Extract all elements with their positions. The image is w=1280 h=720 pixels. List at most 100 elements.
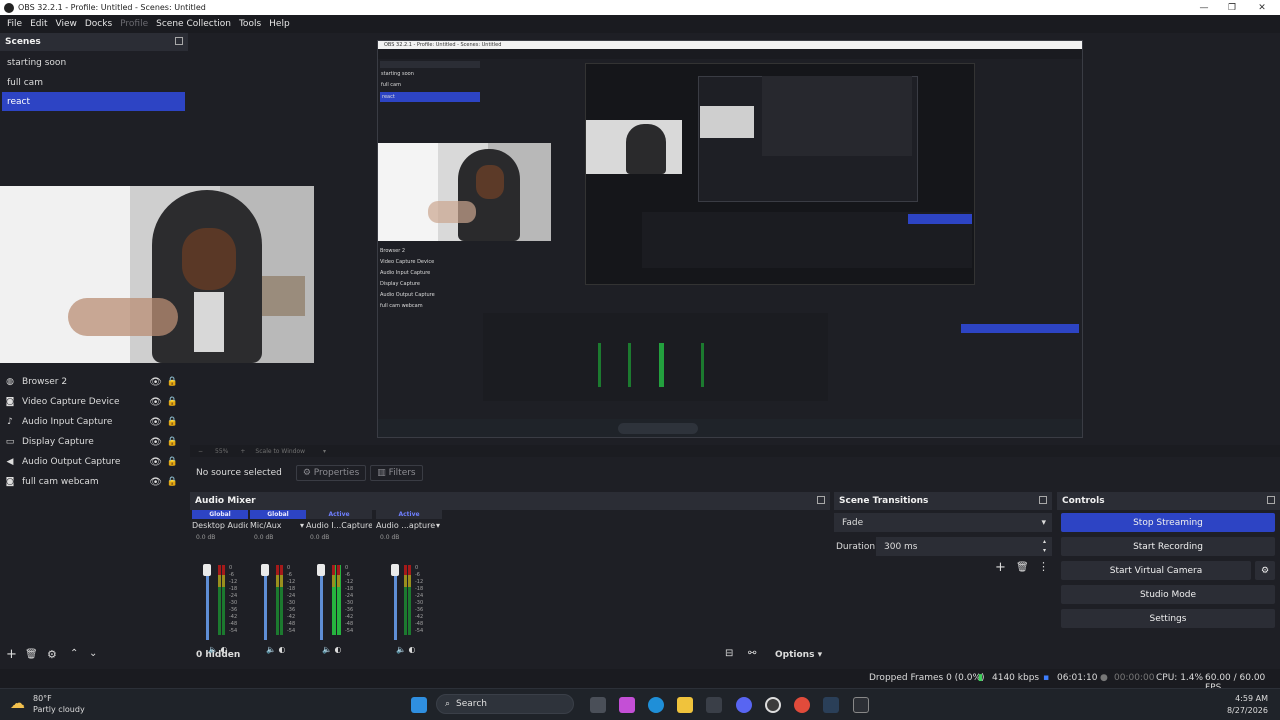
stop-streaming-button[interactable]: Stop Streaming bbox=[1061, 513, 1275, 532]
lock-icon[interactable]: 🔒 bbox=[167, 397, 178, 407]
volume-fader-handle[interactable] bbox=[203, 564, 211, 576]
lock-icon[interactable]: 🔒 bbox=[167, 457, 178, 467]
layout-icon[interactable]: ⊟ bbox=[725, 648, 733, 659]
store-icon[interactable] bbox=[706, 697, 722, 713]
menu-bar: File Edit View Docks Profile Scene Colle… bbox=[0, 15, 1280, 33]
weather-desc: Partly cloudy bbox=[33, 705, 85, 714]
duration-spinbox[interactable]: 300 ms ▴ ▾ bbox=[876, 537, 1052, 556]
undock-icon[interactable] bbox=[1039, 496, 1047, 504]
visibility-eye-icon[interactable]: 👁 bbox=[149, 457, 162, 468]
channel-name[interactable]: Audio I...Capture▾ bbox=[306, 519, 372, 533]
edge-icon[interactable] bbox=[648, 697, 664, 713]
nested-sources-list: Browser 2 Video Capture Device Audio Inp… bbox=[380, 246, 480, 312]
menu-file[interactable]: File bbox=[7, 19, 22, 29]
add-transition-icon[interactable]: + bbox=[995, 560, 1006, 575]
visibility-eye-icon[interactable]: 👁 bbox=[149, 437, 162, 448]
filters-button[interactable]: ▥ Filters bbox=[370, 465, 423, 481]
level-meter bbox=[332, 565, 336, 635]
task-view-icon[interactable] bbox=[590, 697, 606, 713]
scene-item-react[interactable]: react bbox=[2, 92, 185, 111]
chevron-down-icon[interactable]: ▾ bbox=[323, 448, 326, 455]
maximize-button[interactable]: ❐ bbox=[1216, 0, 1248, 15]
chevron-down-icon[interactable]: ▾ bbox=[436, 519, 440, 533]
source-item-browser-2[interactable]: ◍ Browser 2 👁 🔒 bbox=[4, 373, 184, 391]
menu-tools[interactable]: Tools bbox=[239, 19, 261, 29]
start-virtual-camera-button[interactable]: Start Virtual Camera bbox=[1061, 561, 1251, 580]
move-down-icon[interactable]: ⌄ bbox=[89, 648, 97, 659]
volume-fader-handle[interactable] bbox=[317, 564, 325, 576]
source-item-audio-output-capture[interactable]: ◀ Audio Output Capture 👁 🔒 bbox=[4, 453, 184, 471]
zoom-out-icon[interactable]: − bbox=[198, 448, 203, 455]
channel-name[interactable]: Mic/Aux ▾ bbox=[250, 519, 306, 533]
menu-scene-collection[interactable]: Scene Collection bbox=[156, 19, 231, 29]
nested-source-item: Video Capture Device bbox=[380, 259, 435, 265]
scene-item-starting-soon[interactable]: starting soon bbox=[2, 53, 185, 72]
transition-select[interactable]: Fade ▾ bbox=[834, 513, 1052, 532]
search-icon: ⌕ bbox=[445, 699, 451, 709]
more-vertical-icon[interactable]: ⋮ bbox=[1038, 560, 1049, 573]
menu-help[interactable]: Help bbox=[269, 19, 290, 29]
obs-taskbar-icon[interactable] bbox=[765, 697, 781, 713]
properties-button[interactable]: ⚙ Properties bbox=[295, 465, 367, 481]
nested-scene-item: react bbox=[380, 92, 480, 102]
options-button[interactable]: Options ▾ bbox=[775, 650, 822, 660]
volume-fader-handle[interactable] bbox=[261, 564, 269, 576]
lock-icon[interactable]: 🔒 bbox=[167, 417, 178, 427]
source-item-audio-input-capture[interactable]: ♪ Audio Input Capture 👁 🔒 bbox=[4, 413, 184, 431]
steam-icon[interactable] bbox=[823, 697, 839, 713]
volume-fader-handle[interactable] bbox=[391, 564, 399, 576]
visibility-eye-icon[interactable]: 👁 bbox=[149, 397, 162, 408]
vr-icon[interactable] bbox=[853, 697, 869, 713]
trash-icon[interactable]: 🗑 bbox=[1016, 562, 1029, 573]
level-meter bbox=[337, 565, 341, 635]
file-explorer-icon[interactable] bbox=[677, 697, 693, 713]
nested-obs-preview: OBS 32.2.1 - Profile: Untitled - Scenes:… bbox=[377, 40, 1083, 438]
copilot-icon[interactable] bbox=[619, 697, 635, 713]
link-icon[interactable]: ⚯ bbox=[748, 648, 756, 659]
chevron-down-icon[interactable]: ▾ bbox=[300, 519, 304, 533]
scale-to-window[interactable]: Scale to Window bbox=[255, 448, 305, 455]
taskbar-search[interactable]: ⌕ Search bbox=[436, 694, 574, 714]
settings-button[interactable]: Settings bbox=[1061, 609, 1275, 628]
move-up-icon[interactable]: ⌃ bbox=[70, 648, 78, 659]
channel-name[interactable]: Audio ...apture ▾ bbox=[376, 519, 442, 533]
trash-icon[interactable]: 🗑 bbox=[25, 649, 38, 660]
undock-icon[interactable] bbox=[817, 496, 825, 504]
start-recording-button[interactable]: Start Recording bbox=[1061, 537, 1275, 556]
channel-name-text: Audio I...Capture bbox=[306, 521, 372, 530]
menu-docks[interactable]: Docks bbox=[85, 19, 112, 29]
spin-arrows-icon[interactable]: ▴ ▾ bbox=[1043, 537, 1046, 555]
globe-icon: ◍ bbox=[6, 377, 14, 387]
menu-edit[interactable]: Edit bbox=[30, 19, 47, 29]
nested-inner-preview bbox=[585, 63, 975, 285]
lock-icon[interactable]: 🔒 bbox=[167, 377, 178, 387]
visibility-eye-icon[interactable]: 👁 bbox=[149, 477, 162, 488]
meter-ticks: 0 -6 -12 -18 -24 -30 -36 -42 -48 -54 bbox=[287, 565, 296, 634]
channel-name[interactable]: Desktop Audio▾ bbox=[192, 519, 248, 533]
discord-icon[interactable] bbox=[736, 697, 752, 713]
mixer-channel-audio-output-capture: Active Audio ...apture ▾ 0.0 dB 0 -6 -12 -18… bbox=[376, 510, 442, 654]
chrome-icon[interactable] bbox=[794, 697, 810, 713]
duration-value: 300 ms bbox=[884, 541, 918, 552]
record-icon: ● bbox=[1100, 673, 1108, 683]
stream-time: 06:01:10 bbox=[1057, 673, 1098, 683]
close-button[interactable]: ✕ bbox=[1246, 0, 1278, 15]
undock-icon[interactable] bbox=[1267, 496, 1275, 504]
windows-start-icon[interactable] bbox=[411, 697, 427, 713]
undock-icon[interactable] bbox=[175, 37, 183, 45]
lock-icon[interactable]: 🔒 bbox=[167, 477, 178, 487]
lock-icon[interactable]: 🔒 bbox=[167, 437, 178, 447]
menu-view[interactable]: View bbox=[56, 19, 77, 29]
add-source-icon[interactable]: + bbox=[6, 647, 17, 662]
source-item-display-capture[interactable]: ▭ Display Capture 👁 🔒 bbox=[4, 433, 184, 451]
scene-item-full-cam[interactable]: full cam bbox=[2, 73, 185, 92]
visibility-eye-icon[interactable]: 👁 bbox=[149, 417, 162, 428]
zoom-in-icon[interactable]: + bbox=[240, 448, 245, 455]
source-item-full-cam-webcam[interactable]: ◙ full cam webcam 👁 🔒 bbox=[4, 473, 184, 491]
virtual-camera-settings-button[interactable]: ⚙ bbox=[1255, 561, 1275, 580]
gear-icon[interactable]: ⚙ bbox=[47, 648, 57, 661]
visibility-eye-icon[interactable]: 👁 bbox=[149, 377, 162, 388]
studio-mode-button[interactable]: Studio Mode bbox=[1061, 585, 1275, 604]
menu-profile[interactable]: Profile bbox=[120, 19, 148, 29]
source-item-video-capture-device[interactable]: ◙ Video Capture Device 👁 🔒 bbox=[4, 393, 184, 411]
